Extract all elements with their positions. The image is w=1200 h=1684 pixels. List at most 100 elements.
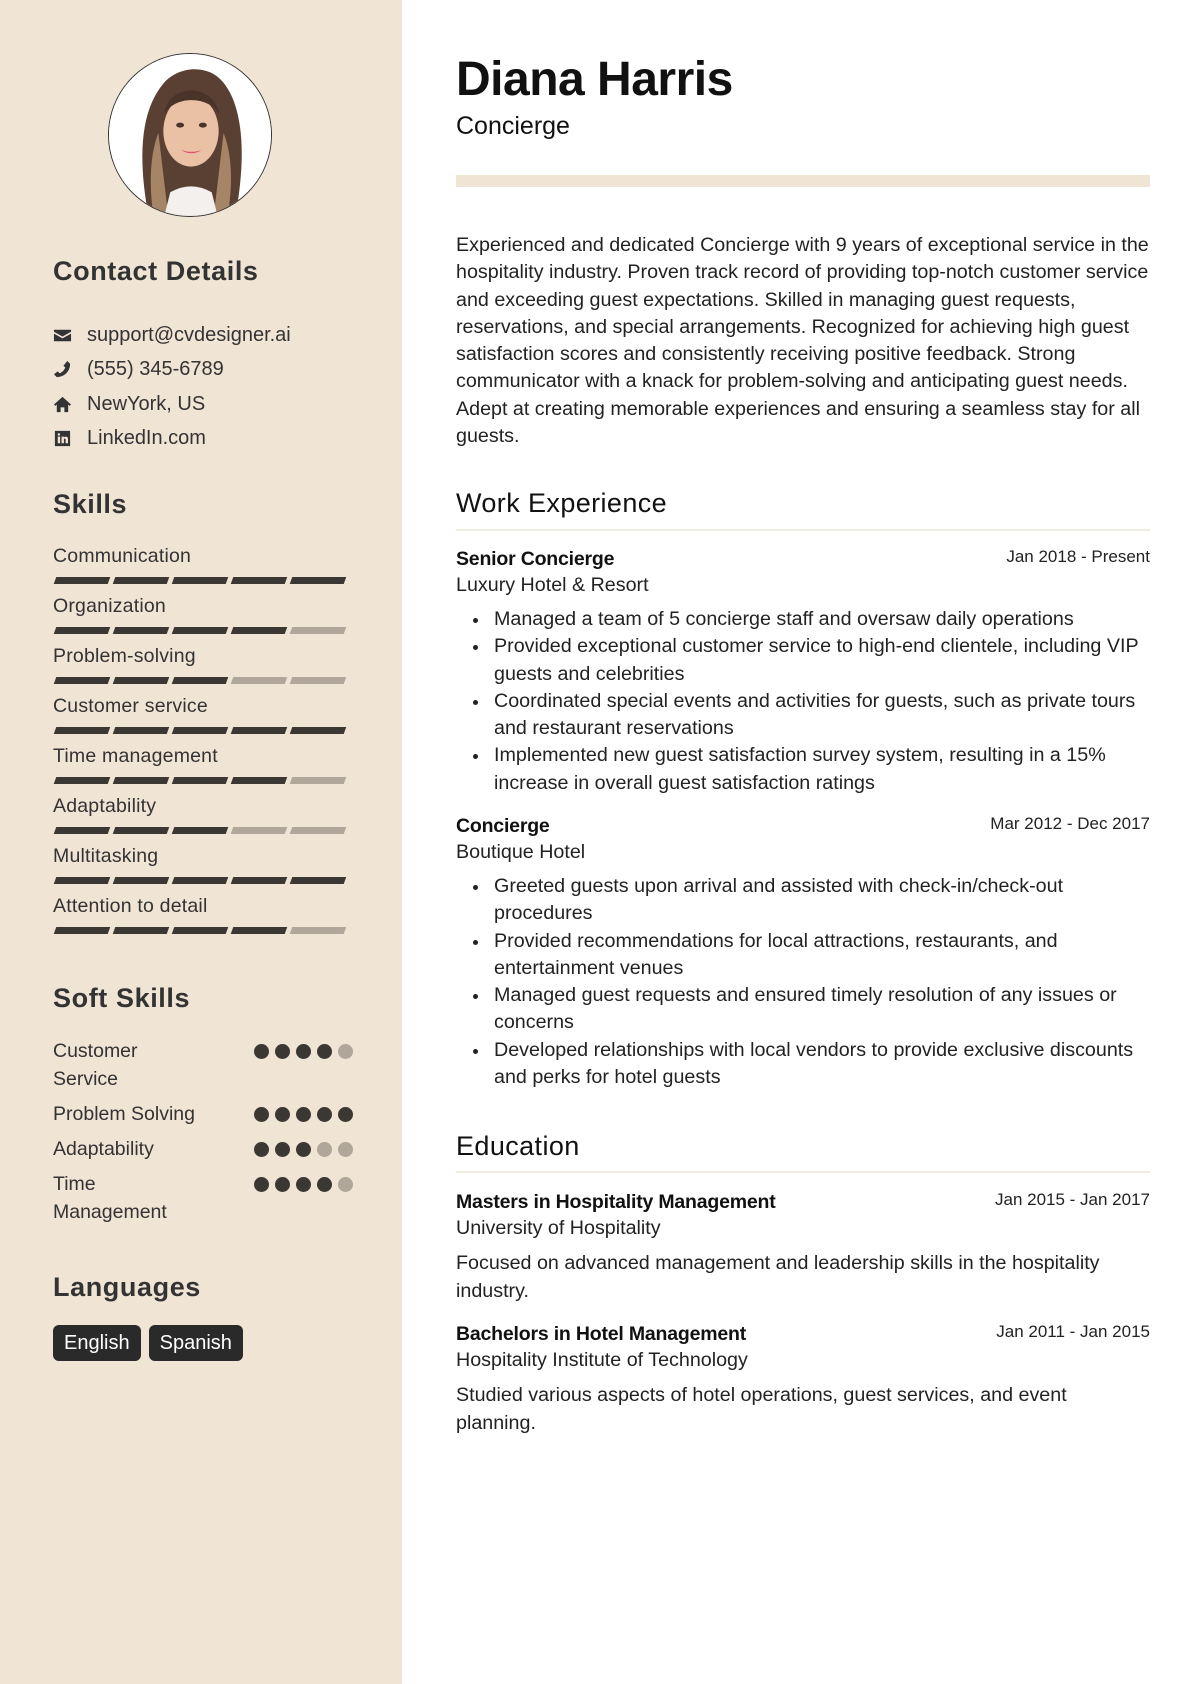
header-accent-bar [456,175,1150,187]
job-company: Boutique Hotel [456,841,586,863]
soft-skill-name: Customer Service [53,1040,138,1090]
rating-segment-filled [230,777,288,784]
rating-segment-filled [53,877,111,884]
rating-dot-empty [338,1142,353,1157]
soft-skills-list: Customer Service Problem Solving Adaptabil… [53,1037,353,1233]
education-dates: Jan 2015 - Jan 2017 [994,1190,1150,1209]
job-title: Senior Concierge [456,548,615,570]
home-icon [53,395,87,414]
education-description: Focused on advanced management and leade… [456,1252,1100,1302]
skill-item: Communication [53,543,353,593]
job-bullet: Developed relationships with local vendo… [456,1037,1150,1092]
rating-dot-filled [317,1044,332,1059]
soft-skill-item: Customer Service [53,1037,353,1093]
rating-segment-filled [112,877,170,884]
rating-dot-filled [254,1044,269,1059]
soft-skill-rating-dots [254,1100,353,1122]
skill-rating-bar [53,927,353,934]
rating-segment-filled [171,577,229,584]
job-bullet: Provided exceptional customer service to… [456,633,1150,688]
skill-item: Problem-solving [53,643,353,693]
rating-dot-filled [338,1107,353,1122]
rating-segment-filled [171,677,229,684]
school-name: Hospitality Institute of Technology [456,1349,748,1371]
skill-item: Time management [53,743,353,793]
skill-name: Problem-solving [53,645,196,667]
language-pill: English [53,1325,141,1361]
rating-segment-filled [112,677,170,684]
soft-skill-item: Problem Solving [53,1100,353,1128]
education-heading: Education [456,1131,580,1161]
contact-list: support@cvdesigner.ai (555) 345-6789 New… [53,318,373,456]
rating-dot-filled [296,1044,311,1059]
rating-segment-empty [230,677,288,684]
rating-segment-filled [112,727,170,734]
rating-segment-filled [53,727,111,734]
job-bullet: Greeted guests upon arrival and assisted… [456,873,1150,928]
main-content: Diana Harris Concierge Experienced and d… [402,0,1200,1684]
soft-skill-item: Time Management [53,1170,353,1226]
rating-segment-filled [53,627,111,634]
contact-email[interactable]: support@cvdesigner.ai [53,318,373,353]
degree-title: Masters in Hospitality Management [456,1191,776,1213]
rating-dot-filled [317,1177,332,1192]
rating-dot-empty [317,1142,332,1157]
rating-dot-filled [254,1142,269,1157]
job-bullets: Managed a team of 5 concierge staff and … [456,606,1150,797]
skills-list: Communication Organization Problem-solving… [53,543,353,943]
skill-rating-bar [53,627,353,634]
rating-segment-empty [289,927,347,934]
profile-photo [108,53,272,217]
work-entry: Senior Concierge Jan 2018 - Present Luxu… [456,546,1150,797]
contact-linkedin-text: LinkedIn.com [87,427,206,450]
language-pill: Spanish [148,1325,243,1361]
rating-segment-empty [289,627,347,634]
job-bullet: Coordinated special events and activitie… [456,688,1150,743]
rating-segment-filled [230,627,288,634]
contact-phone[interactable]: (555) 345-6789 [53,353,373,388]
education-dates: Jan 2011 - Jan 2015 [996,1322,1150,1341]
contact-phone-text: (555) 345-6789 [87,358,224,381]
rating-segment-filled [112,827,170,834]
rating-dot-filled [296,1142,311,1157]
profile-summary: Experienced and dedicated Concierge with… [456,234,1149,448]
rating-segment-filled [171,727,229,734]
rating-segment-filled [230,927,288,934]
soft-skill-item: Adaptability [53,1135,353,1163]
skills-heading: Skills [53,489,128,519]
rating-dot-filled [254,1177,269,1192]
job-company: Luxury Hotel & Resort [456,574,649,596]
skill-name: Adaptability [53,795,157,817]
rating-segment-filled [112,627,170,634]
skill-item: Customer service [53,693,353,743]
soft-skill-name: Problem Solving [53,1103,195,1125]
education-description: Studied various aspects of hotel operati… [456,1384,1067,1434]
soft-skill-name: Adaptability [53,1138,154,1160]
rating-segment-empty [230,827,288,834]
contact-location-text: NewYork, US [87,392,206,415]
envelope-icon [53,326,87,345]
phone-icon [53,360,87,379]
job-bullet: Implemented new guest satisfaction surve… [456,742,1150,797]
job-title: Concierge [456,815,550,837]
skill-rating-bar [53,877,353,884]
section-divider [456,1171,1150,1173]
school-name: University of Hospitality [456,1217,661,1239]
rating-segment-filled [53,777,111,784]
rating-dot-filled [296,1107,311,1122]
rating-dot-filled [275,1044,290,1059]
section-divider [456,529,1150,531]
skill-rating-bar [53,577,353,584]
rating-dot-filled [296,1177,311,1192]
skill-rating-bar [53,677,353,684]
contact-linkedin[interactable]: LinkedIn.com [53,422,373,457]
skill-rating-bar [53,777,353,784]
rating-dot-filled [275,1177,290,1192]
rating-segment-filled [53,827,111,834]
skill-name: Time management [53,745,218,767]
rating-segment-filled [230,877,288,884]
linkedin-icon [53,429,87,448]
rating-segment-empty [289,677,347,684]
rating-segment-filled [53,927,111,934]
job-bullets: Greeted guests upon arrival and assisted… [456,873,1150,1091]
